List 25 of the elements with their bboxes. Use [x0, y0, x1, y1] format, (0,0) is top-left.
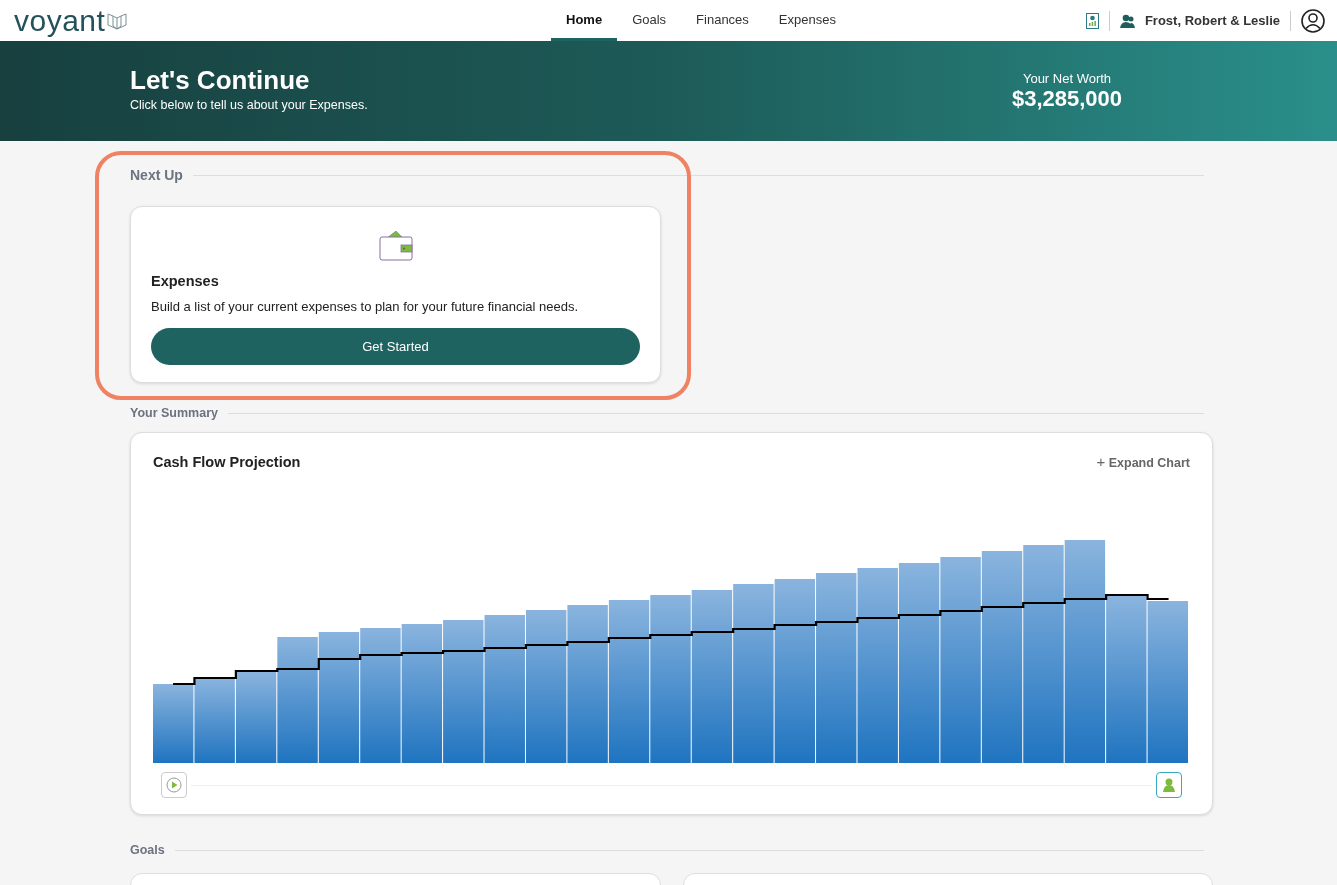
- section-heading: Goals: [130, 843, 165, 857]
- brand-logo-text[interactable]: voyant: [14, 5, 106, 36]
- account-icon[interactable]: [1301, 8, 1325, 33]
- user-name[interactable]: Frost, Robert & Leslie: [1144, 13, 1280, 28]
- expand-chart-button[interactable]: + Expand Chart: [1096, 453, 1190, 470]
- get-started-button[interactable]: Get Started: [151, 328, 640, 365]
- nav-tab[interactable]: Finances: [681, 0, 764, 41]
- chart-title: Cash Flow Projection: [153, 453, 301, 470]
- nav-tab[interactable]: Expenses: [763, 0, 851, 41]
- people-icon: [1119, 13, 1135, 28]
- banner-title: Let's Continue: [130, 64, 311, 96]
- report-icon[interactable]: [1085, 12, 1099, 29]
- card-title: Expenses: [151, 273, 220, 289]
- card-description: Build a list of your current expenses to plan for your future financial needs.: [151, 299, 580, 314]
- person-icon: [1162, 777, 1176, 793]
- person-marker-button[interactable]: [1156, 772, 1182, 798]
- section-heading: Next Up: [130, 167, 183, 183]
- logo-icon: [107, 11, 128, 30]
- nav-tab[interactable]: Goals: [617, 0, 682, 41]
- play-icon: [166, 777, 182, 793]
- banner-subtitle: Click below to tell us about your Expenses.: [130, 97, 368, 112]
- section-heading: Your Summary: [130, 406, 218, 420]
- net-worth-label: Your Net Worth: [1022, 70, 1112, 86]
- wallet-icon: [378, 231, 413, 261]
- net-worth-value: $3,285,000: [1011, 85, 1123, 112]
